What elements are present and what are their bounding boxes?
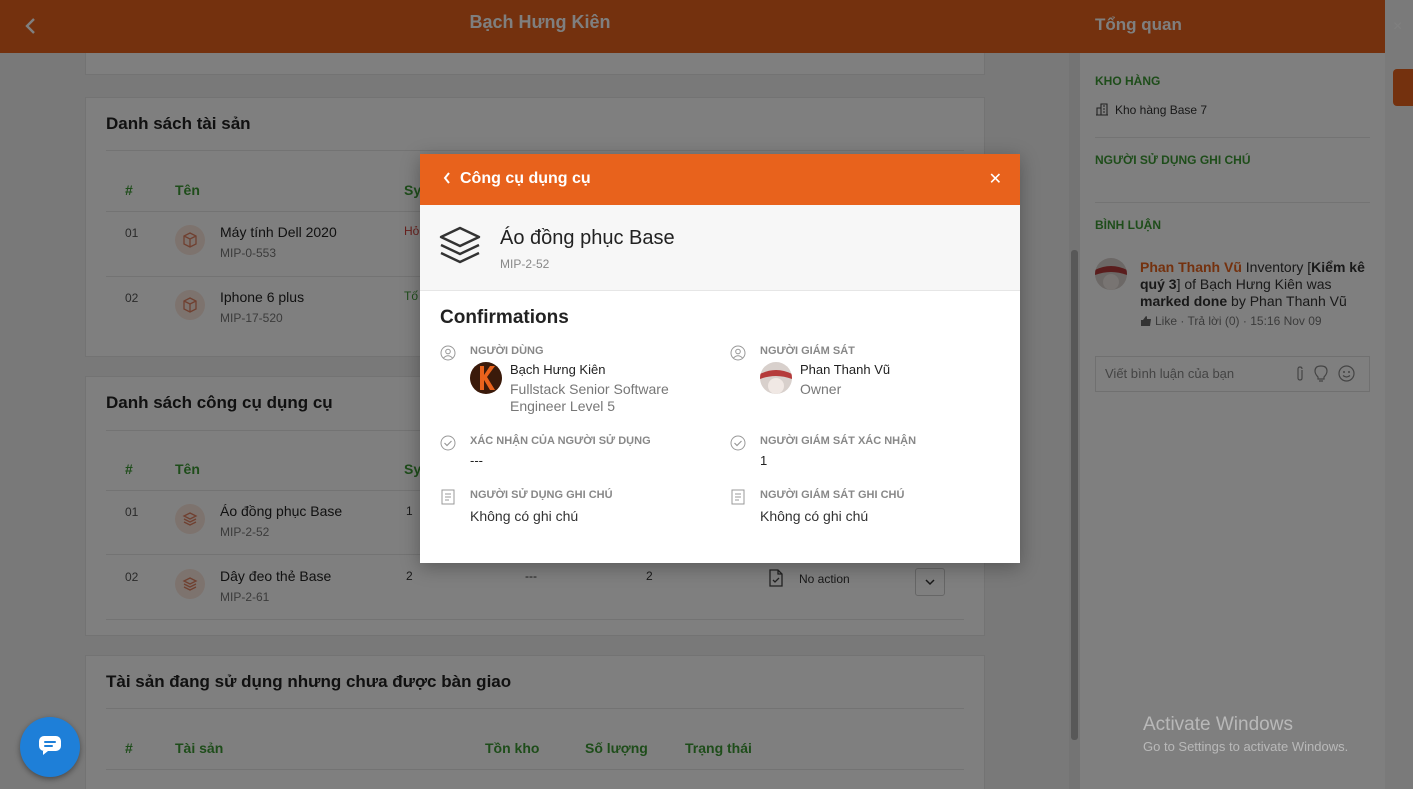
avatar[interactable]	[470, 362, 502, 394]
modal-item-header: Áo đồng phục Base MIP-2-52	[420, 205, 1020, 291]
avatar[interactable]	[760, 362, 792, 394]
chevron-left-icon[interactable]	[442, 171, 452, 190]
user-name[interactable]: Bạch Hưng Kiên	[510, 362, 605, 377]
user-note-value: Không có ghi chú	[470, 508, 579, 524]
user-icon	[440, 345, 456, 361]
note-icon	[440, 489, 456, 505]
supervisor-note-label: NGƯỜI GIÁM SÁT GHI CHÚ	[760, 489, 905, 501]
supervisor-confirm-value: 1	[760, 453, 768, 468]
chat-button[interactable]	[20, 717, 80, 777]
user-confirm-value: ---	[470, 453, 483, 468]
close-icon[interactable]: ✕	[989, 169, 1002, 189]
user-icon	[730, 345, 746, 361]
item-code: MIP-2-52	[500, 257, 550, 271]
supervisor-name[interactable]: Phan Thanh Vũ	[800, 362, 890, 377]
watermark-title: Activate Windows	[1143, 714, 1293, 735]
layers-icon	[438, 225, 482, 272]
supervisor-note-value: Không có ghi chú	[760, 508, 869, 524]
supervisor-confirm-label: NGƯỜI GIÁM SÁT XÁC NHẬN	[760, 435, 917, 447]
modal-header: Công cụ dụng cụ ✕	[420, 154, 1020, 205]
user-confirm-label: XÁC NHẬN CỦA NGƯỜI SỬ DỤNG	[470, 435, 651, 447]
note-icon	[730, 489, 746, 505]
confirmations-title: Confirmations	[440, 307, 569, 328]
watermark-text: Go to Settings to activate Windows.	[1143, 739, 1349, 754]
user-note-label: NGƯỜI SỬ DỤNG GHI CHÚ	[470, 489, 613, 501]
user-label: NGƯỜI DÙNG	[470, 345, 544, 357]
user-role: Fullstack Senior Software Engineer Level…	[510, 381, 669, 414]
tool-detail-modal: Công cụ dụng cụ ✕ Áo đồng phục Base MIP-…	[420, 154, 1020, 563]
check-circle-icon	[440, 435, 456, 451]
item-name: Áo đồng phục Base	[500, 227, 675, 249]
supervisor-label: NGƯỜI GIÁM SÁT	[760, 345, 855, 357]
chat-icon	[37, 734, 63, 761]
check-circle-icon	[730, 435, 746, 451]
supervisor-role: Owner	[800, 381, 842, 397]
modal-title[interactable]: Công cụ dụng cụ	[460, 170, 591, 188]
